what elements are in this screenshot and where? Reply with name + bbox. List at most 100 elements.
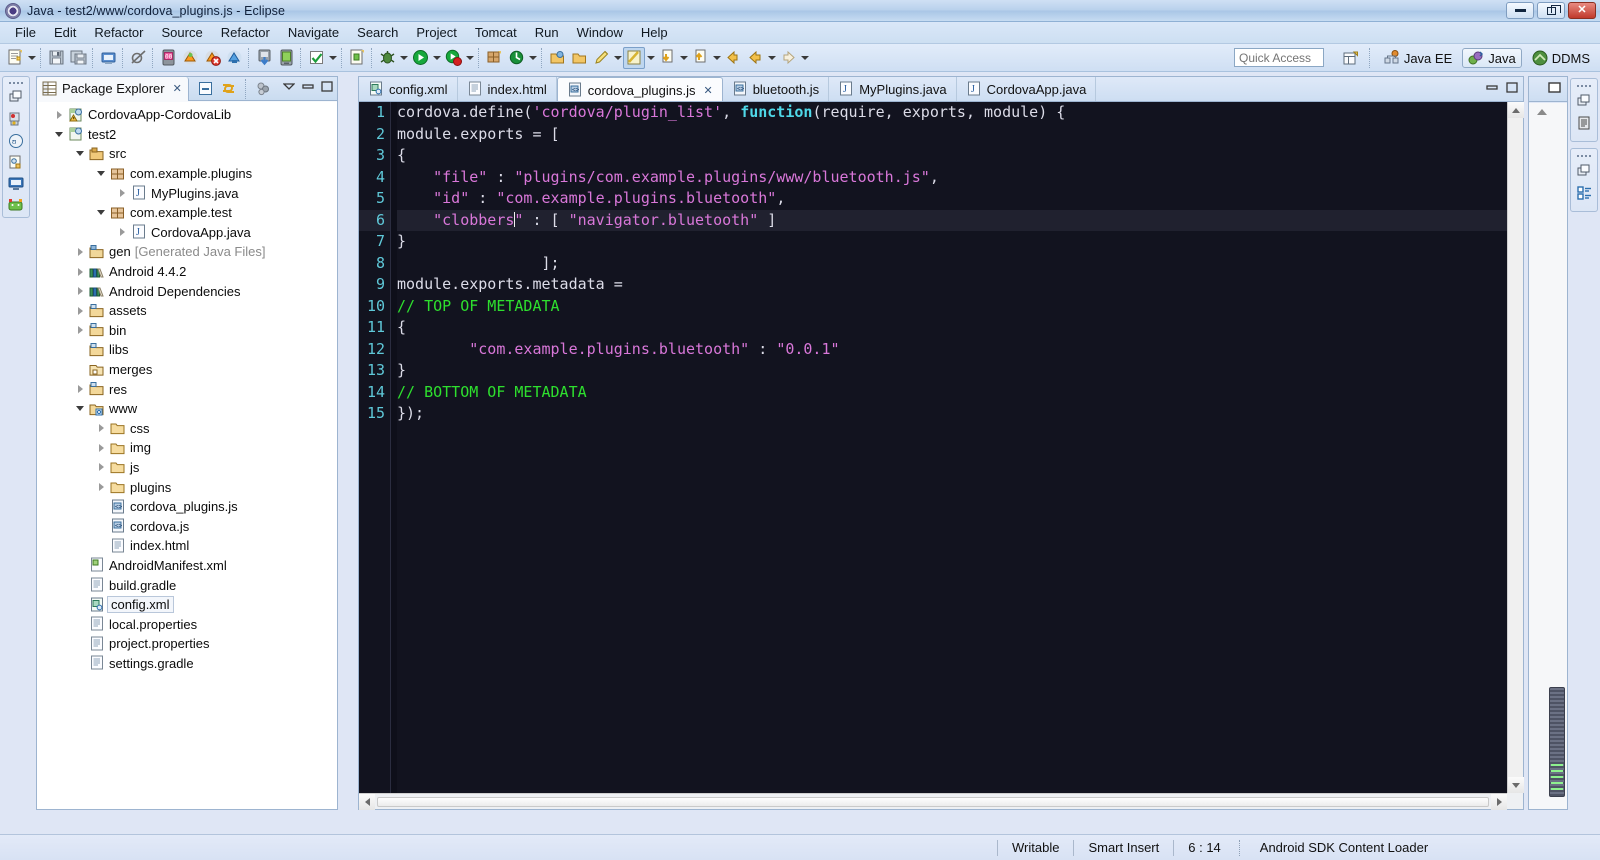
editor-tab-config-xml[interactable]: config.xml — [359, 77, 458, 101]
editor-tab-cordova-plugins-js[interactable]: <> cordova_plugins.js ✕ — [556, 77, 723, 102]
console-view-icon[interactable] — [4, 174, 28, 196]
code-line-12[interactable]: "com.example.plugins.bluetooth" : "0.0.1… — [397, 339, 1507, 361]
new-android-icon[interactable] — [346, 47, 368, 69]
tree-item-js[interactable]: js — [37, 458, 337, 478]
link-with-editor-icon[interactable] — [219, 79, 238, 98]
collapse-all-icon[interactable] — [196, 79, 215, 98]
print-icon[interactable] — [97, 47, 119, 69]
tree-item-src[interactable]: src — [37, 144, 337, 164]
menu-window[interactable]: Window — [568, 23, 632, 42]
back-history-icon[interactable] — [744, 47, 766, 69]
editor-horizontal-scrollbar[interactable] — [359, 793, 1507, 810]
code-line-1[interactable]: cordova.define('cordova/plugin_list', fu… — [397, 102, 1507, 124]
tree-item-android-dependencies[interactable]: Android Dependencies — [37, 281, 337, 301]
tree-item-cordova-plugins-js[interactable]: <> cordova_plugins.js — [37, 497, 337, 517]
scroll-down-icon[interactable] — [1508, 777, 1524, 793]
tree-twisty-collapsed-icon[interactable] — [51, 111, 67, 119]
tree-item-local-properties[interactable]: local.properties — [37, 614, 337, 634]
tree-twisty-expanded-icon[interactable] — [72, 406, 88, 411]
pencil-icon[interactable] — [590, 47, 612, 69]
tree-item-androidmanifest-xml[interactable]: AndroidManifest.xml — [37, 556, 337, 576]
code-line-10[interactable]: // TOP OF METADATA — [397, 296, 1507, 318]
run-coverage-dropdown-icon[interactable] — [464, 47, 475, 69]
maximize-icon[interactable] — [1548, 81, 1561, 97]
editor-vertical-scrollbar[interactable] — [1507, 102, 1524, 793]
scroll-left-icon[interactable] — [359, 793, 375, 810]
new-wizard-dropdown-icon[interactable] — [26, 47, 37, 69]
pencil-dropdown-icon[interactable] — [612, 47, 623, 69]
restore-icon[interactable] — [4, 87, 28, 109]
tree-twisty-expanded-icon[interactable] — [93, 210, 109, 215]
code-line-13[interactable]: } — [397, 360, 1507, 382]
tree-item-myplugins-java[interactable]: J MyPlugins.java — [37, 183, 337, 203]
next-annotation-dropdown-icon[interactable] — [678, 47, 689, 69]
monitor-icon[interactable] — [223, 47, 245, 69]
open-type-icon[interactable] — [546, 47, 568, 69]
code-line-8[interactable]: ]; — [397, 253, 1507, 275]
tree-twisty-collapsed-icon[interactable] — [93, 463, 109, 471]
tree-item-index-html[interactable]: index.html — [37, 536, 337, 556]
android-sdk-manager-icon[interactable]: 00 — [157, 47, 179, 69]
horizontal-scroll-thumb[interactable] — [377, 796, 1489, 807]
restore-icon[interactable] — [1572, 159, 1596, 182]
menu-help[interactable]: Help — [632, 23, 677, 42]
run-coverage-icon[interactable] — [442, 47, 464, 69]
tree-twisty-collapsed-icon[interactable] — [72, 326, 88, 334]
minimize-button[interactable] — [1506, 2, 1534, 19]
tree-item-css[interactable]: css — [37, 419, 337, 439]
editor-tab-bluetooth-js[interactable]: <> bluetooth.js — [723, 77, 830, 101]
view-menu-icon[interactable] — [282, 80, 296, 95]
tree-item-cordova-js[interactable]: <> cordova.js — [37, 516, 337, 536]
device-icon[interactable] — [275, 47, 297, 69]
menu-edit[interactable]: Edit — [45, 23, 85, 42]
tree-twisty-collapsed-icon[interactable] — [72, 248, 88, 256]
tree-item-libs[interactable]: libs — [37, 340, 337, 360]
tree-twisty-collapsed-icon[interactable] — [114, 189, 130, 197]
minimize-icon[interactable] — [1486, 81, 1498, 96]
menu-file[interactable]: File — [6, 23, 45, 42]
debug-view-icon[interactable] — [4, 108, 28, 130]
tree-item-android-4-4-2[interactable]: Android 4.4.2 — [37, 262, 337, 282]
refresh-dropdown-icon[interactable] — [527, 47, 538, 69]
code-line-6[interactable]: "clobbers" : [ "navigator.bluetooth" ] — [397, 209, 1507, 231]
open-task-icon[interactable] — [568, 47, 590, 69]
tree-item-www[interactable]: www — [37, 399, 337, 419]
tree-twisty-expanded-icon[interactable] — [51, 132, 67, 137]
code-line-5[interactable]: "id" : "com.example.plugins.bluetooth", — [397, 188, 1507, 210]
code-line-2[interactable]: module.exports = [ — [397, 124, 1507, 146]
debug-icon[interactable] — [376, 47, 398, 69]
menu-run[interactable]: Run — [526, 23, 568, 42]
run-dropdown-icon[interactable] — [431, 47, 442, 69]
code-line-9[interactable]: module.exports.metadata = — [397, 274, 1507, 296]
next-annotation-icon[interactable] — [656, 47, 678, 69]
skip-breakpoints-icon[interactable] — [127, 47, 149, 69]
close-icon[interactable]: ✕ — [703, 84, 712, 97]
tree-item-test2[interactable]: test2 — [37, 125, 337, 145]
code-line-11[interactable]: { — [397, 317, 1507, 339]
previous-annotation-icon[interactable] — [689, 47, 711, 69]
minimize-icon[interactable] — [302, 80, 314, 95]
tree-item-img[interactable]: img — [37, 438, 337, 458]
outline-view-icon[interactable] — [1572, 112, 1596, 135]
menu-source[interactable]: Source — [153, 23, 212, 42]
restore-icon[interactable] — [1572, 89, 1596, 112]
rail-drag-handle[interactable] — [1575, 152, 1593, 159]
lint-warnings-icon[interactable] — [201, 47, 223, 69]
back-dropdown-icon[interactable] — [766, 47, 777, 69]
editor-tab-index-html[interactable]: index.html — [458, 77, 557, 101]
refresh-icon[interactable] — [505, 47, 527, 69]
code-line-14[interactable]: // BOTTOM OF METADATA — [397, 382, 1507, 404]
menu-navigate[interactable]: Navigate — [279, 23, 348, 42]
close-icon[interactable]: ✕ — [173, 82, 182, 95]
tree-item-com-example-plugins[interactable]: com.example.plugins — [37, 164, 337, 184]
save-all-icon[interactable] — [67, 47, 89, 69]
tree-twisty-collapsed-icon[interactable] — [72, 307, 88, 315]
editor-code-area[interactable]: cordova.define('cordova/plugin_list', fu… — [397, 102, 1507, 793]
menu-tomcat[interactable]: Tomcat — [466, 23, 526, 42]
outline-strip-body[interactable] — [1529, 103, 1567, 809]
tree-twisty-collapsed-icon[interactable] — [93, 444, 109, 452]
tree-item-config-xml[interactable]: config.xml — [37, 595, 337, 615]
task-list-view-icon[interactable] — [1572, 182, 1596, 205]
perspective-ddms[interactable]: DDMS — [1526, 48, 1596, 68]
scroll-up-icon[interactable] — [1508, 102, 1524, 118]
